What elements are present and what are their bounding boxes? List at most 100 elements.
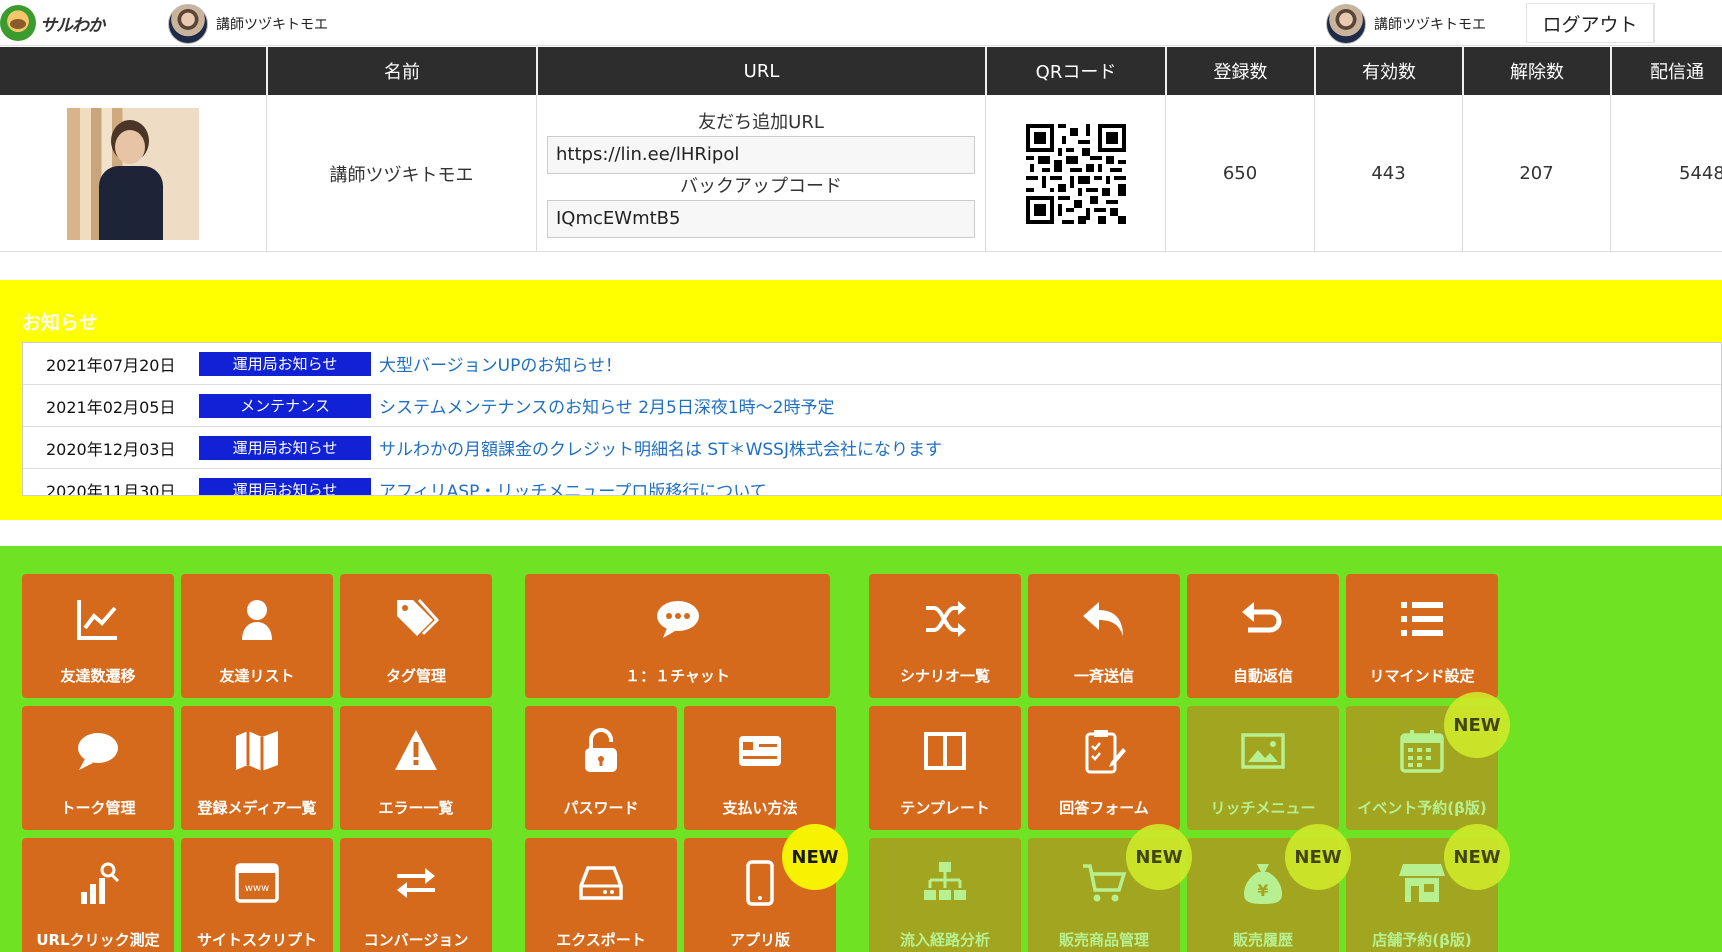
browser-window-icon: www <box>234 860 280 906</box>
notice-date: 2020年12月03日 <box>46 439 176 459</box>
registered-count: 650 <box>1165 95 1314 252</box>
exchange-arrows-icon <box>393 860 439 906</box>
tile-payment[interactable]: 支払い方法 <box>684 706 836 830</box>
tile-label: 友達数遷移 <box>60 667 136 685</box>
shopping-cart-icon <box>1081 860 1127 906</box>
avatar <box>1326 4 1366 44</box>
user-menu[interactable]: 講師ツヅキトモエ <box>1326 4 1486 44</box>
url-cell: 友だち追加URL https://lin.ee/lHRipol バックアップコー… <box>536 95 985 252</box>
tile-label: エラー一覧 <box>378 799 454 817</box>
tile-label: エクスポート <box>556 931 646 949</box>
unlock-icon <box>578 728 624 774</box>
tile-label: 店舗予約(β版) <box>1372 931 1472 949</box>
tile-broadcast[interactable]: 一斉送信 <box>1028 574 1180 698</box>
col-qr: QRコード <box>985 47 1165 95</box>
notice-link[interactable]: 大型バージョンUPのお知らせ！ <box>379 351 622 376</box>
tile-site-script[interactable]: www サイトスクリプト <box>181 838 333 952</box>
notice-category-badge: メンテナンス <box>199 393 371 418</box>
header-right-edge <box>1654 3 1722 43</box>
tile-export[interactable]: エクスポート <box>525 838 677 952</box>
tile-label: リッチメニュー <box>1210 799 1316 817</box>
notice-category-badge: 運用局お知らせ <box>199 477 371 495</box>
tile-label: 販売商品管理 <box>1058 931 1149 949</box>
backup-code-field[interactable]: IQmcEWmtB5 <box>547 199 975 238</box>
tile-rich-menu[interactable]: リッチメニュー <box>1187 706 1339 830</box>
notice-link[interactable]: アフィリASP・リッチメニュープロ版移行について <box>379 477 767 495</box>
tile-label: トーク管理 <box>60 799 136 817</box>
account-photo <box>67 107 199 240</box>
tile-errors[interactable]: エラー一覧 <box>340 706 492 830</box>
map-icon <box>234 728 280 774</box>
monkey-logo-icon <box>0 5 36 41</box>
notice-section: お知らせ 2021年07月20日 運用局お知らせ 大型バージョンUPのお知らせ！… <box>0 280 1722 520</box>
photo-cell <box>0 95 266 252</box>
tile-template[interactable]: テンプレート <box>869 706 1021 830</box>
tile-label: 回答フォーム <box>1059 799 1149 817</box>
qr-cell <box>985 95 1165 252</box>
logo[interactable]: サルわか <box>0 4 105 42</box>
sitemap-icon <box>922 860 968 906</box>
credit-card-icon <box>737 728 783 774</box>
tile-label: 支払い方法 <box>722 799 798 817</box>
notice-category-badge: 運用局お知らせ <box>199 351 371 376</box>
tile-remind[interactable]: リマインド設定 <box>1346 574 1498 698</box>
notice-item[interactable]: 2020年11月30日 運用局お知らせ アフィリASP・リッチメニュープロ版移行… <box>23 469 1721 495</box>
money-bag-icon: ¥ <box>1240 860 1286 906</box>
notice-item[interactable]: 2021年02月05日 メンテナンス システムメンテナンスのお知らせ 2月5日深… <box>23 385 1721 427</box>
col-registered: 登録数 <box>1165 47 1314 95</box>
tile-talk[interactable]: トーク管理 <box>22 706 174 830</box>
tile-friend-list[interactable]: 友達リスト <box>181 574 333 698</box>
tile-media[interactable]: 登録メディア一覧 <box>181 706 333 830</box>
friend-url-field[interactable]: https://lin.ee/lHRipol <box>547 135 975 174</box>
svg-text:¥: ¥ <box>1257 881 1268 900</box>
notice-link[interactable]: システムメンテナンスのお知らせ 2月5日深夜1時〜2時予定 <box>379 393 834 418</box>
calendar-icon <box>1399 728 1445 774</box>
tile-label: コンバージョン <box>363 931 469 949</box>
notice-link[interactable]: サルわかの月額課金のクレジット明細名は ST＊WSSJ株式会社になります <box>379 435 942 460</box>
tile-flow[interactable]: 流入経路分析 <box>869 838 1021 952</box>
tile-form[interactable]: 回答フォーム <box>1028 706 1180 830</box>
notice-date: 2021年07月20日 <box>46 355 176 375</box>
tile-auto-reply[interactable]: 自動返信 <box>1187 574 1339 698</box>
tile-friend-count[interactable]: 友達数遷移 <box>22 574 174 698</box>
qr-code-icon[interactable] <box>1025 123 1126 224</box>
friend-url-label: 友だち追加URL <box>698 111 824 133</box>
tile-scenario[interactable]: シナリオ一覧 <box>869 574 1021 698</box>
active-count: 443 <box>1314 95 1462 252</box>
notice-date: 2021年02月05日 <box>46 397 176 417</box>
new-badge: NEW <box>1444 692 1510 758</box>
tile-label: テンプレート <box>900 799 990 817</box>
tile-password[interactable]: パスワード <box>525 706 677 830</box>
table-header: 名前 URL QRコード 登録数 有効数 解除数 配信通 <box>0 47 1722 95</box>
notice-item[interactable]: 2021年07月20日 運用局お知らせ 大型バージョンUPのお知らせ！ <box>23 343 1721 385</box>
hard-drive-icon <box>578 860 624 906</box>
tile-conversion[interactable]: コンバージョン <box>340 838 492 952</box>
svg-text:www: www <box>245 883 270 894</box>
col-url: URL <box>536 47 985 95</box>
current-account[interactable]: 講師ツヅキトモエ <box>168 4 328 44</box>
clipboard-check-icon <box>1081 728 1127 774</box>
notice-title: お知らせ <box>22 312 98 334</box>
notice-item[interactable]: 2020年12月03日 運用局お知らせ サルわかの月額課金のクレジット明細名は … <box>23 427 1721 469</box>
speech-bubble-icon <box>75 728 121 774</box>
tile-url-click[interactable]: URLクリック測定 <box>22 838 174 952</box>
tile-label: シナリオ一覧 <box>899 667 990 685</box>
smartphone-icon <box>737 860 783 906</box>
new-badge: NEW <box>1126 824 1192 890</box>
user-icon <box>234 596 280 642</box>
store-icon <box>1399 860 1445 906</box>
col-name: 名前 <box>266 47 536 95</box>
table-row: 講師ツヅキトモエ 友だち追加URL https://lin.ee/lHRipol… <box>0 95 1722 252</box>
tile-tag-manage[interactable]: タグ管理 <box>340 574 492 698</box>
logout-button[interactable]: ログアウト <box>1526 3 1654 43</box>
notice-list[interactable]: 2021年07月20日 運用局お知らせ 大型バージョンUPのお知らせ！ 2021… <box>22 342 1722 496</box>
warning-icon <box>393 728 439 774</box>
bar-chart-search-icon <box>75 860 121 906</box>
tile-label: サイトスクリプト <box>196 931 317 949</box>
tile-label: リマインド設定 <box>1369 667 1475 685</box>
avatar <box>168 4 208 44</box>
tile-chat[interactable]: １：１チャット <box>525 574 830 698</box>
account-name-cell: 講師ツヅキトモエ <box>266 95 536 252</box>
notice-category-badge: 運用局お知らせ <box>199 435 371 460</box>
reply-icon <box>1081 596 1127 642</box>
